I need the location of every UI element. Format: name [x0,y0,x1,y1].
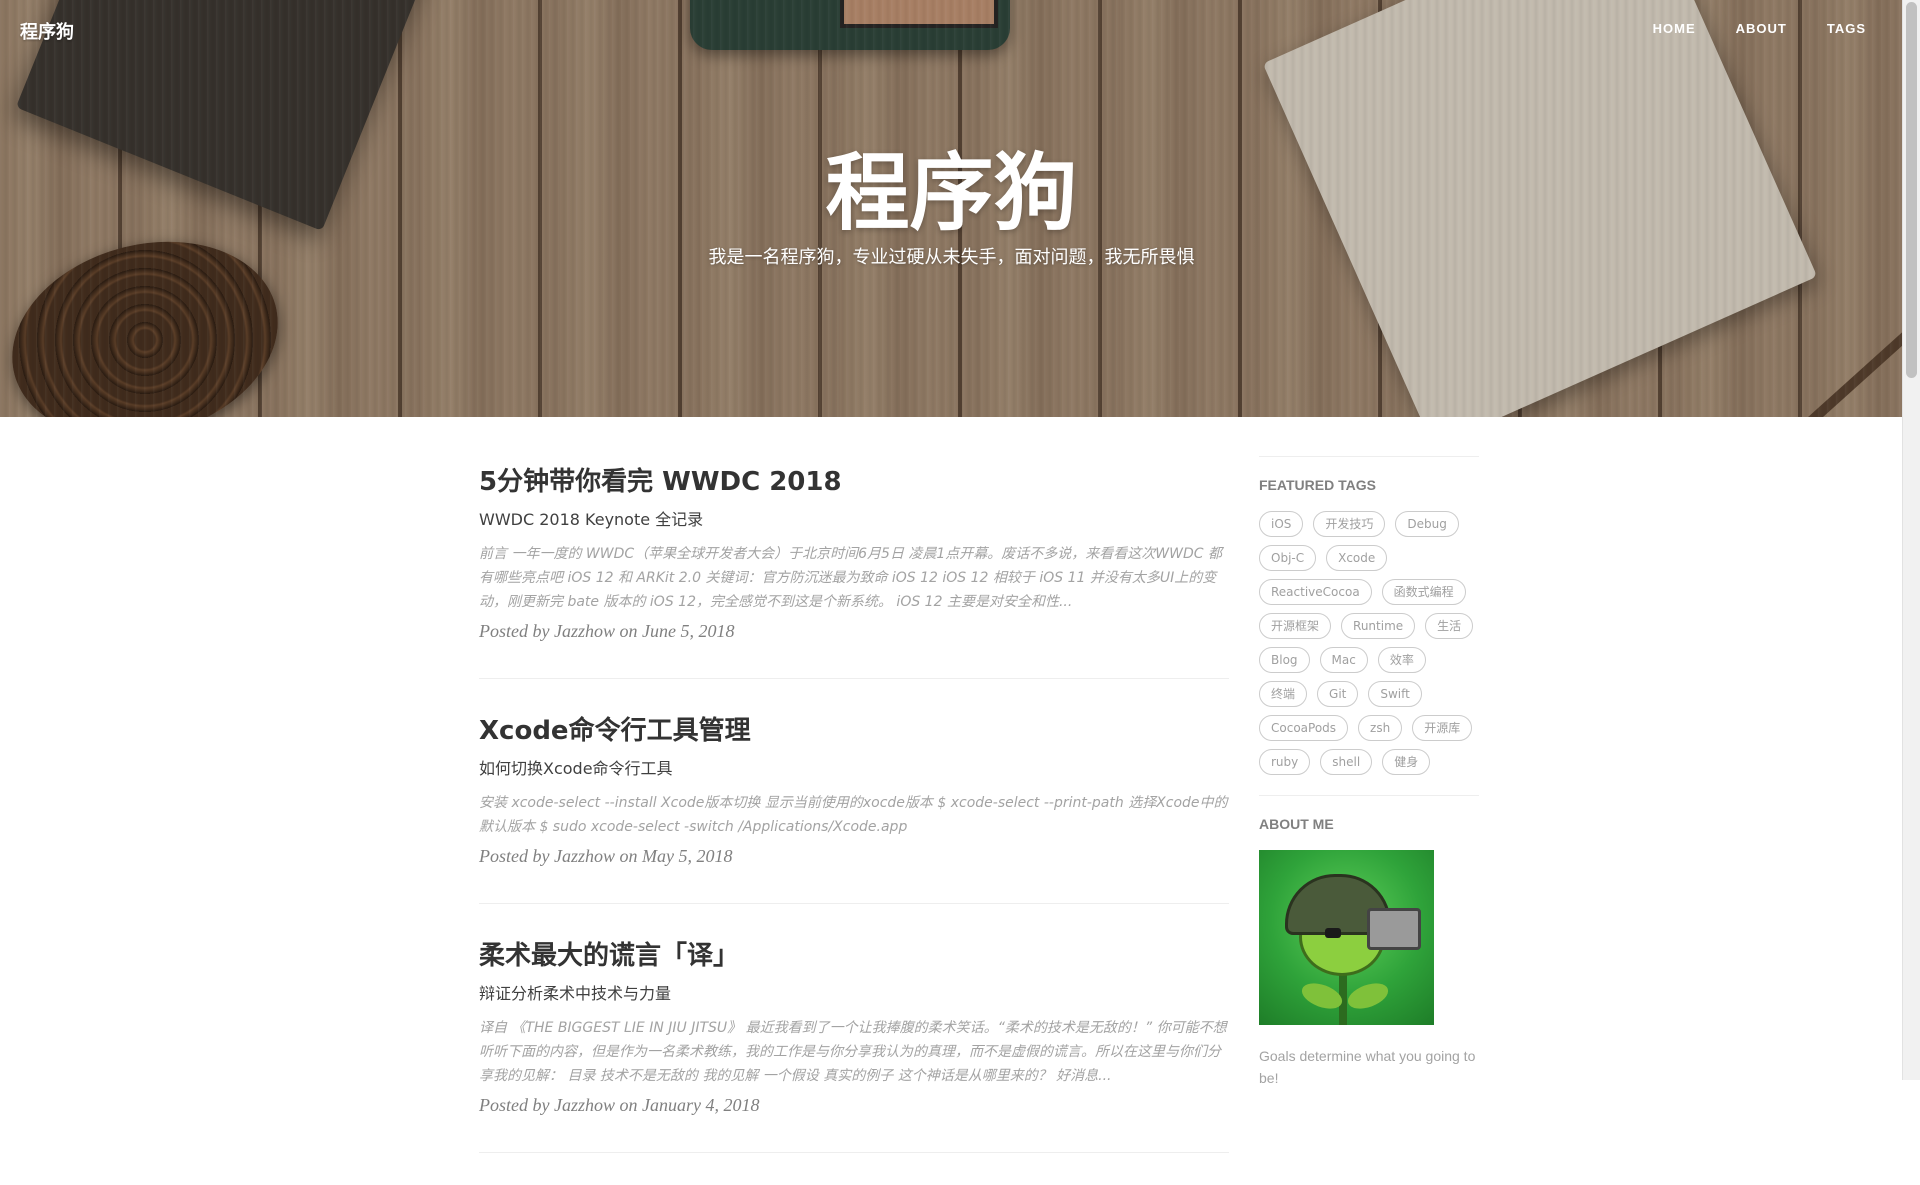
tag-cocoapods[interactable]: CocoaPods [1259,715,1349,741]
post-meta: Posted by Jazzhow on June 5, 2018 [479,621,735,641]
post-title[interactable]: 5分钟带你看完 WWDC 2018 [479,462,1229,502]
site-title: 程序狗 [825,144,1078,242]
tag-objc[interactable]: Obj-C [1259,545,1317,571]
post-meta: Posted by Jazzhow on January 4, 2018 [479,1095,760,1115]
tag-terminal[interactable]: 终端 [1259,681,1308,707]
tag-functional-programming[interactable]: 函数式编程 [1381,579,1466,605]
site-subtitle: 我是一名程序狗，专业过硬从未失手，面对问题，我无所畏惧 [708,247,1195,268]
tag-swift[interactable]: Swift [1368,681,1422,707]
nav-home-link[interactable]: HOME [1653,21,1696,36]
post-subtitle[interactable]: WWDC 2018 Keynote 全记录 [479,508,1229,532]
tag-runtime[interactable]: Runtime [1341,613,1416,639]
post-title[interactable]: Xcode命令行工具管理 [479,711,1229,751]
tag-open-source-frameworks[interactable]: 开源框架 [1259,613,1332,639]
about-me-section: ABOUT ME Goals determine what you going … [1259,795,1479,1089]
tag-life[interactable]: 生活 [1425,613,1474,639]
tag-dev-tips[interactable]: 开发技巧 [1313,511,1386,537]
tag-efficiency[interactable]: 效率 [1377,647,1426,673]
avatar-gun [1367,908,1421,950]
tag-git[interactable]: Git [1317,681,1359,707]
about-me-text: Goals determine what you going to be! [1259,1048,1476,1086]
tag-blog[interactable]: Blog [1259,647,1310,673]
post-title[interactable]: 柔术最大的谎言「译」 [479,936,1229,976]
tag-ios[interactable]: iOS [1259,511,1304,537]
tag-reactivecocoa[interactable]: ReactiveCocoa [1259,579,1372,605]
post-subtitle[interactable]: 如何切换Xcode命令行工具 [479,757,1229,781]
post-preview[interactable]: Xcode命令行工具管理 如何切换Xcode命令行工具 安装 xcode-sel… [479,711,1229,904]
sidebar: FEATURED TAGS iOS 开发技巧 Debug Obj-C Xcode… [1259,456,1479,1089]
tag-debug[interactable]: Debug [1395,511,1459,537]
about-me-heading: ABOUT ME [1259,816,1334,832]
header-hero: 程序狗 HOME ABOUT TAGS 程序狗 我是一名程序狗，专业过硬从未失手… [0,0,1903,417]
post-preview[interactable]: 5分钟带你看完 WWDC 2018 WWDC 2018 Keynote 全记录 … [479,462,1229,679]
site-brand-link[interactable]: 程序狗 [20,18,74,44]
post-preview[interactable]: 柔术最大的谎言「译」 辩证分析柔术中技术与力量 译自 《THE BIGGEST … [479,936,1229,1153]
tag-cloud: iOS 开发技巧 Debug Obj-C Xcode ReactiveCocoa… [1259,511,1479,795]
tag-zsh[interactable]: zsh [1358,715,1403,741]
post-excerpt[interactable]: 安装 xcode-select --install Xcode版本切换 显示当前… [479,791,1229,839]
nav-tags-link[interactable]: TAGS [1827,21,1866,36]
featured-tags-section: FEATURED TAGS iOS 开发技巧 Debug Obj-C Xcode… [1259,456,1479,795]
tag-fitness[interactable]: 健身 [1382,749,1431,775]
nav-about-link[interactable]: ABOUT [1736,21,1787,36]
post-excerpt[interactable]: 译自 《THE BIGGEST LIE IN JIU JITSU》 最近我看到了… [479,1016,1229,1088]
post-excerpt[interactable]: 前言 一年一度的 WWDC（苹果全球开发者大会）于北京时间6月5日 凌晨1点开幕… [479,542,1229,614]
tag-xcode[interactable]: Xcode [1326,545,1388,571]
tag-open-source-libs[interactable]: 开源库 [1412,715,1473,741]
post-meta: Posted by Jazzhow on May 5, 2018 [479,846,733,866]
post-subtitle[interactable]: 辩证分析柔术中技术与力量 [479,982,1229,1006]
tag-ruby[interactable]: ruby [1259,749,1311,775]
top-nav: HOME ABOUT TAGS [1653,21,1866,36]
avatar-eye [1325,928,1341,938]
page-scrollbar[interactable] [1902,0,1920,1080]
post-list: 5分钟带你看完 WWDC 2018 WWDC 2018 Keynote 全记录 … [479,462,1229,1185]
scrollbar-thumb[interactable] [1906,2,1917,378]
featured-tags-heading: FEATURED TAGS [1259,477,1376,493]
tag-shell[interactable]: shell [1320,749,1373,775]
tag-mac[interactable]: Mac [1319,647,1368,673]
avatar [1259,850,1434,1025]
